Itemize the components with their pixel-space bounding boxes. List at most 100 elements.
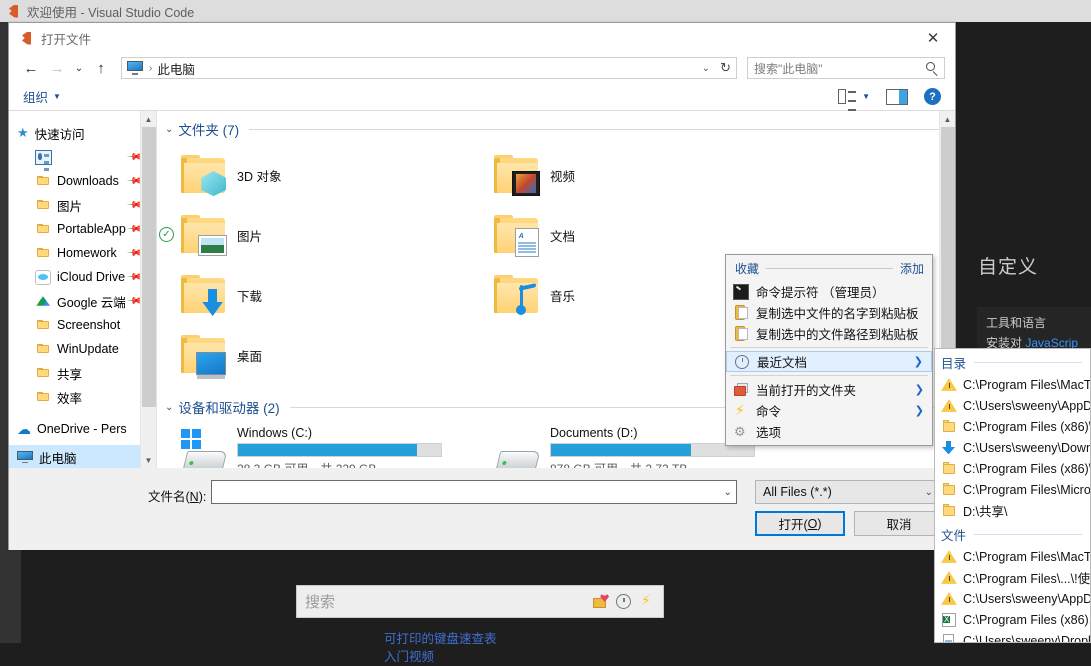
tile-pictures[interactable]: ✓ 图片 [159, 205, 492, 265]
sidebar-item-quick-access[interactable]: ★ 快速访问 [9, 121, 156, 145]
back-button[interactable]: ← [19, 56, 43, 80]
sidebar-item-homework[interactable]: Homework 📌 [9, 241, 156, 265]
forward-button[interactable]: → [45, 56, 69, 80]
sidebar-label-5: iCloud Drive [57, 270, 126, 284]
chevron-down-icon[interactable]: ⌄ [165, 402, 173, 413]
sidebar-item-winupdate[interactable]: WinUpdate [9, 337, 156, 361]
desktop-folder-icon [179, 331, 227, 380]
sidebar-item-shared[interactable]: 共享 [9, 361, 156, 385]
result-row[interactable]: X C:\Program Files (x86). [935, 609, 1090, 630]
sidebar-item-icloud-drive[interactable]: iCloud Drive 📌 [9, 265, 156, 289]
sidebar-item-onedrive[interactable]: ☁ OneDrive - Pers [9, 417, 156, 441]
sidebar-item-google-drive[interactable]: Google 云端 📌 [9, 289, 156, 313]
result-row[interactable]: C:\Program Files\MacT [935, 374, 1090, 395]
sidebar-item-efficiency[interactable]: 效率 [9, 385, 156, 409]
welcome-link-intro-videos[interactable]: 入门视频 [384, 648, 497, 666]
sidebar-item-contacts[interactable]: 📌 [9, 145, 156, 169]
breadcrumb-current[interactable]: 此电脑 [157, 59, 195, 78]
result-row[interactable]: C:\Users\sweeny\AppDa [935, 588, 1090, 609]
group-header-folders[interactable]: ⌄ 文件夹 (7) [157, 111, 955, 141]
chevron-down-icon[interactable]: ⌄ [165, 124, 173, 135]
windows-drive-icon [179, 429, 228, 468]
sidebar-item-this-pc[interactable]: 此电脑 [9, 445, 156, 468]
preview-pane-icon[interactable] [886, 88, 908, 105]
scroll-down-icon[interactable]: ▼ [141, 452, 156, 468]
sidebar-item-pictures[interactable]: 图片 📌 [9, 193, 156, 217]
command-bar: 组织 ▼ ▼ ? [9, 83, 955, 111]
sidebar-item-downloads[interactable]: Downloads 📌 [9, 169, 156, 193]
result-row[interactable]: C:\Users\sweeny\Dropb [935, 630, 1091, 643]
recent-locations-button[interactable]: ⌄ [71, 56, 87, 80]
sidebar-label-2: 图片 [57, 199, 83, 214]
videos-folder-icon [492, 151, 540, 199]
chevron-down-icon[interactable]: ⌄ [724, 487, 732, 498]
sidebar-item-screenshot[interactable]: Screenshot [9, 313, 156, 337]
chevron-right-icon[interactable]: ❯ [915, 383, 924, 396]
tile-downloads[interactable]: 下载 [179, 265, 492, 325]
result-row[interactable]: C:\Users\sweeny\AppDa [935, 395, 1090, 416]
navpane-scrollbar[interactable]: ▲ ▼ [140, 111, 156, 468]
sidebar-label-10: 效率 [57, 391, 83, 406]
tile-label: 音乐 [550, 289, 576, 304]
chevron-down-icon[interactable]: ⌄ [925, 487, 933, 498]
menu-item-label: 选项 [756, 426, 782, 440]
tile-desktop[interactable]: 桌面 [179, 325, 492, 385]
help-icon[interactable]: ? [924, 88, 941, 105]
drive-windows-c[interactable]: Windows (C:) 28.3 GB 可用，共 229 GB [179, 423, 492, 468]
search-icon[interactable] [926, 62, 938, 76]
result-row[interactable]: C:\Program Files\...\!使 [935, 567, 1090, 588]
organize-button[interactable]: 组织 [23, 87, 48, 106]
result-row[interactable]: C:\Users\sweeny\Downl [935, 437, 1090, 458]
open-button[interactable]: 打开(O) [755, 511, 845, 536]
menu-separator [730, 347, 928, 348]
gear-icon: ⚙ [734, 423, 746, 439]
downloads-folder-icon [179, 271, 227, 319]
menu-item-copy-filepaths[interactable]: 复制选中的文件路径到粘贴板 [726, 323, 932, 344]
address-bar[interactable]: › 此电脑 ⌄ ↻ [121, 57, 737, 79]
menu-item-open-folders[interactable]: 当前打开的文件夹 ❯ [726, 379, 932, 400]
favorites-folder-icon[interactable] [592, 593, 609, 610]
menu-item-copy-filenames[interactable]: 复制选中文件的名字到粘贴板 [726, 302, 932, 323]
result-row[interactable]: C:\Program Files (x86)\ [935, 458, 1090, 479]
folder-icon [35, 390, 51, 404]
sidebar-item-portableapp[interactable]: PortableApp 📌 [9, 217, 156, 241]
up-button[interactable]: ↑ [89, 56, 113, 80]
add-favorite-button[interactable]: 添加 [900, 260, 924, 277]
chevron-right-icon[interactable]: ❯ [915, 404, 924, 417]
result-row[interactable]: C:\Program Files (x86)\ [935, 416, 1090, 437]
dialog-app-icon [19, 31, 34, 46]
visual-studio-code-logo-icon [6, 4, 21, 19]
folder-icon [35, 342, 51, 356]
menu-item-commands[interactable]: ⚡ 命令 ❯ [726, 400, 932, 421]
menu-item-label: 命令提示符 （管理员） [756, 286, 885, 300]
tile-videos[interactable]: 视频 [492, 145, 805, 205]
view-layout-icon[interactable] [838, 88, 856, 105]
scroll-up-icon[interactable]: ▲ [940, 111, 955, 127]
listary-search-box[interactable]: 搜索 ⚡ [296, 585, 664, 618]
file-type-filter[interactable]: All Files (*.*) ⌄ [755, 480, 941, 504]
result-path: C:\Users\sweeny\Dropb [963, 633, 1091, 643]
chevron-right-icon[interactable]: ❯ [914, 355, 923, 368]
search-box[interactable]: 搜索"此电脑" [747, 57, 945, 79]
scroll-up-icon[interactable]: ▲ [141, 111, 156, 127]
command-bolt-icon[interactable]: ⚡ [638, 593, 655, 610]
tile-label: 桌面 [237, 349, 263, 364]
filename-input[interactable]: ⌄ [211, 480, 737, 504]
tile-3d-objects[interactable]: 3D 对象 [179, 145, 492, 205]
refresh-icon[interactable]: ↻ [720, 60, 731, 76]
menu-item-command-prompt-admin[interactable]: 命令提示符 （管理员） [726, 281, 932, 302]
result-row[interactable]: C:\Program Files\MacT [935, 546, 1090, 567]
result-row[interactable]: C:\Program Files\Micro [935, 479, 1090, 500]
menu-item-options[interactable]: ⚙ 选项 [726, 421, 932, 442]
close-button[interactable]: ✕ [911, 23, 955, 53]
cancel-button[interactable]: 取消 [854, 511, 944, 536]
address-dropdown-icon[interactable]: ⌄ [702, 63, 710, 74]
welcome-link-keyboard-cheatsheet[interactable]: 可打印的键盘速查表 [384, 630, 497, 648]
tile-label: 3D 对象 [237, 169, 282, 184]
recent-clock-icon[interactable] [615, 593, 632, 610]
result-row[interactable]: D:\共享\ [935, 500, 1090, 521]
chevron-down-icon[interactable]: ▼ [53, 92, 61, 101]
view-chevron-down-icon[interactable]: ▼ [862, 92, 870, 101]
scrollbar-thumb[interactable] [142, 127, 156, 407]
menu-item-recent-documents[interactable]: 最近文档 ❯ [726, 351, 932, 372]
